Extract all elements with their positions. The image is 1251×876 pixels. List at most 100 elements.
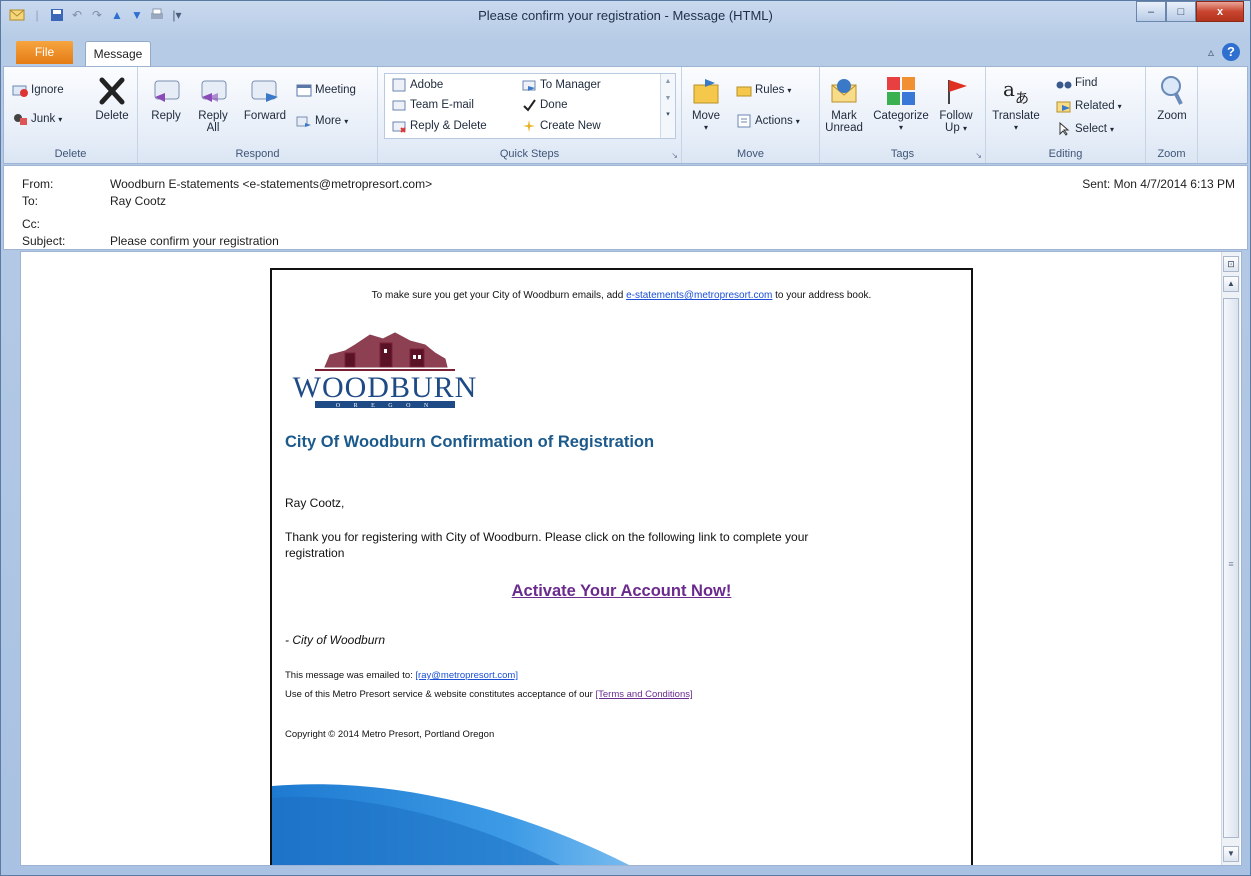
move-button[interactable]: Move ▾ — [688, 75, 724, 134]
quick-step-label: Team E-mail — [410, 99, 474, 111]
actions-button[interactable]: Actions ▾ — [736, 113, 800, 129]
notice-text: To make sure you get your City of Woodbu… — [371, 290, 627, 301]
zoom-label: Zoom — [1157, 110, 1187, 122]
quick-step-label: Create New — [540, 120, 601, 132]
message-body: To make sure you get your City of Woodbu… — [20, 251, 1242, 866]
related-icon — [1056, 98, 1072, 114]
reply-icon — [150, 75, 182, 107]
select-button[interactable]: Select ▾ — [1056, 121, 1114, 137]
rules-button[interactable]: Rules ▾ — [736, 82, 791, 98]
zoom-button[interactable]: Zoom — [1154, 75, 1190, 122]
move-folder-icon — [690, 75, 722, 107]
reply-delete-icon — [391, 118, 407, 134]
related-label: Related — [1075, 100, 1115, 112]
title-bar: | ↶ ↷ ▲ ▼ |▾ Please confirm your registr… — [1, 1, 1250, 31]
more-label: More — [315, 115, 342, 127]
tab-file[interactable]: File — [16, 41, 73, 64]
emailed-to-text: This message was emailed to: — [285, 670, 416, 681]
translate-icon: aあ — [1000, 75, 1032, 107]
forward-icon — [249, 75, 281, 107]
terms-conditions-link[interactable]: [Terms and Conditions] — [595, 689, 692, 700]
from-value[interactable]: Woodburn E-statements <e-statements@metr… — [110, 177, 432, 191]
quick-step-team-email[interactable]: Team E-mail — [391, 97, 474, 113]
find-button[interactable]: Find — [1056, 75, 1097, 91]
junk-label: Junk — [31, 113, 56, 125]
quick-steps-label: Quick Steps — [499, 148, 560, 160]
email-body-line: registration — [285, 546, 345, 560]
to-label: To: — [22, 194, 39, 208]
cc-row: Cc: — [22, 217, 110, 231]
decorative-wave — [272, 784, 630, 865]
forward-button[interactable]: Forward — [241, 75, 289, 122]
address-book-notice: To make sure you get your City of Woodbu… — [272, 290, 971, 301]
select-label: Select — [1075, 123, 1107, 135]
emailed-to-line: This message was emailed to: [ray@metrop… — [285, 670, 518, 681]
cc-label: Cc: — [22, 217, 40, 231]
reply-all-icon — [197, 75, 229, 107]
quick-steps-scroll[interactable]: ▲ ▼ ▾ — [660, 74, 675, 138]
forward-label: Forward — [243, 110, 287, 122]
svg-text:あ: あ — [1015, 91, 1029, 106]
categorize-button[interactable]: Categorize ▾ — [870, 75, 932, 134]
close-button[interactable]: x — [1196, 1, 1244, 22]
dialog-launcher-icon[interactable]: ↘ — [671, 151, 678, 160]
respond-group: Reply Reply All Forward Meeting More ▾ Re… — [138, 67, 378, 163]
scroll-options-icon[interactable]: ⊡ — [1223, 256, 1239, 272]
to-manager-icon — [521, 77, 537, 93]
delete-button[interactable]: Delete — [92, 75, 132, 122]
email-signature: - City of Woodburn — [285, 633, 386, 647]
quick-step-done[interactable]: Done — [521, 97, 568, 113]
quick-step-adobe[interactable]: Adobe — [391, 77, 443, 93]
reply-all-button[interactable]: Reply All — [193, 75, 233, 134]
meeting-button[interactable]: Meeting — [296, 82, 356, 98]
sender-email-link[interactable]: e-statements@metropresort.com — [626, 290, 772, 301]
to-value[interactable]: Ray Cootz — [110, 194, 166, 208]
magnifier-icon — [1156, 75, 1188, 107]
tab-message[interactable]: Message — [85, 41, 151, 66]
quick-steps-gallery: Adobe Team E-mail Reply & Delete To Mana… — [384, 73, 676, 139]
meeting-icon — [296, 82, 312, 98]
subject-row: Subject: Please confirm your registration — [22, 234, 279, 248]
quick-step-to-manager[interactable]: To Manager — [521, 77, 601, 93]
recipient-email-link[interactable]: [ray@metropresort.com] — [415, 670, 518, 681]
translate-button[interactable]: aあ Translate ▾ — [990, 75, 1042, 134]
email-body-line: Thank you for registering with City of W… — [285, 530, 809, 544]
related-button[interactable]: Related ▾ — [1056, 98, 1122, 114]
reply-all-label-2: All — [206, 122, 220, 134]
quick-step-label: Adobe — [410, 79, 444, 91]
adobe-icon — [391, 77, 407, 93]
maximize-button[interactable]: □ — [1166, 1, 1196, 22]
binoculars-icon — [1056, 75, 1072, 91]
create-new-icon — [521, 118, 537, 134]
reply-button[interactable]: Reply — [146, 75, 186, 122]
junk-button[interactable]: Junk ▾ — [12, 111, 62, 127]
scroll-thumb[interactable]: ≡ — [1223, 298, 1239, 838]
editing-group-label: Editing — [1048, 148, 1083, 160]
ribbon-tabs: File Message ▵ ? — [1, 41, 1250, 66]
outlook-window: | ↶ ↷ ▲ ▼ |▾ Please confirm your registr… — [0, 0, 1251, 876]
quick-step-label: Reply & Delete — [410, 120, 487, 132]
more-respond-button[interactable]: More ▾ — [296, 113, 348, 129]
tags-group: Mark Unread Categorize ▾ Follow Up ▾ Tag… — [820, 67, 986, 163]
scroll-down-button[interactable]: ▼ — [1223, 846, 1239, 862]
minimize-button[interactable]: – — [1136, 1, 1166, 22]
respond-group-label: Respond — [235, 148, 280, 160]
quick-step-label: Done — [540, 99, 568, 111]
ignore-button[interactable]: Ignore — [12, 82, 64, 98]
quick-step-reply-delete[interactable]: Reply & Delete — [391, 118, 487, 134]
scroll-up-button[interactable]: ▲ — [1223, 276, 1239, 292]
more-icon — [296, 113, 312, 129]
vertical-scrollbar[interactable]: ⊡ ▲ ≡ ▼ — [1221, 252, 1240, 865]
meeting-label: Meeting — [315, 84, 356, 96]
dialog-launcher-icon[interactable]: ↘ — [975, 151, 982, 160]
move-label: Move — [691, 110, 721, 122]
help-icon[interactable]: ? — [1222, 43, 1240, 61]
minimize-ribbon-icon[interactable]: ▵ — [1208, 45, 1214, 59]
email-content: To make sure you get your City of Woodbu… — [270, 268, 973, 865]
copyright-text: Copyright © 2014 Metro Presort, Portland… — [285, 729, 495, 740]
quick-step-create-new[interactable]: Create New — [521, 118, 601, 134]
activate-account-link[interactable]: Activate Your Account Now! — [512, 582, 732, 600]
mark-unread-button[interactable]: Mark Unread — [825, 75, 863, 134]
follow-up-button[interactable]: Follow Up ▾ — [934, 75, 978, 135]
quick-steps-group: Adobe Team E-mail Reply & Delete To Mana… — [378, 67, 682, 163]
